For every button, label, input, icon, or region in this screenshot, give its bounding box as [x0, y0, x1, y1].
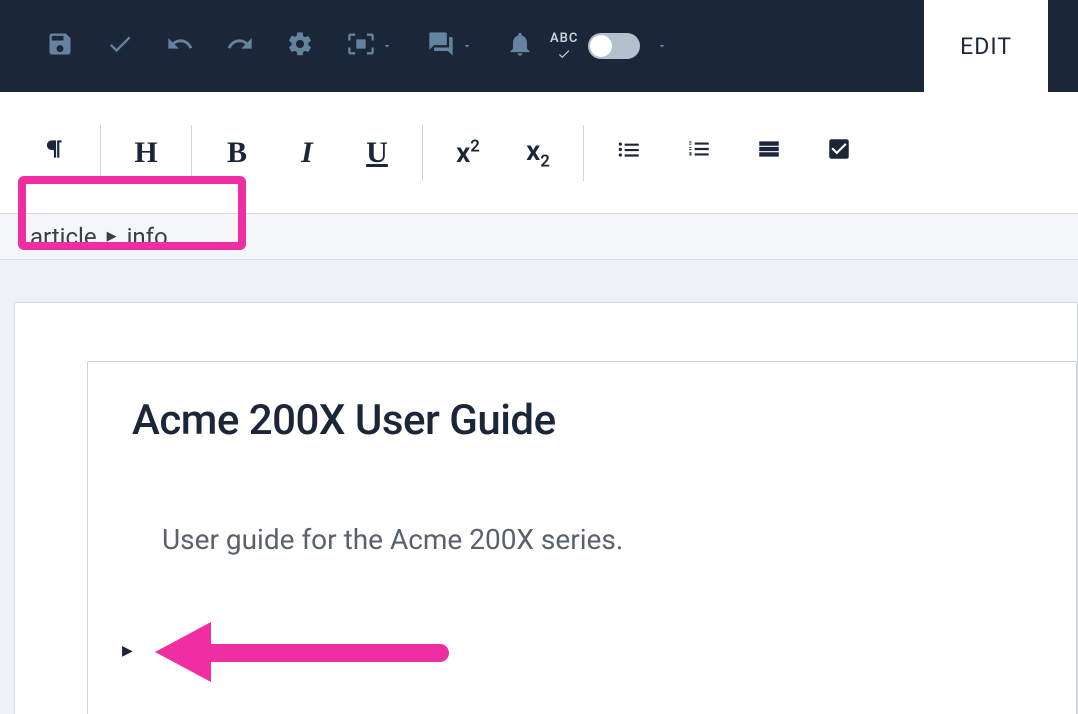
bell-icon	[506, 30, 534, 62]
comments-dropdown[interactable]	[410, 16, 490, 76]
spellcheck-toggle[interactable]	[588, 33, 640, 59]
toolbar-edge	[1048, 0, 1058, 92]
undo-icon	[166, 30, 194, 62]
chevron-down-icon	[381, 40, 393, 52]
pilcrow-icon	[42, 136, 68, 169]
notifications-button[interactable]	[490, 16, 550, 76]
layout-dropdown[interactable]	[330, 16, 410, 76]
gear-icon	[286, 30, 314, 62]
checklist-button[interactable]	[804, 118, 874, 188]
save-icon	[46, 30, 74, 62]
numbered-list-icon	[686, 136, 712, 169]
underline-button[interactable]: U	[342, 118, 412, 188]
bold-button[interactable]: B	[202, 118, 272, 188]
separator	[583, 125, 584, 181]
italic-button[interactable]: I	[272, 118, 342, 188]
spellcheck-toggle-group[interactable]: ABC	[550, 16, 668, 76]
checklist-icon	[826, 136, 852, 169]
undo-button[interactable]	[150, 16, 210, 76]
numbered-list-button[interactable]	[664, 118, 734, 188]
bullet-list-icon	[616, 136, 642, 169]
save-button[interactable]	[30, 16, 90, 76]
redo-icon	[226, 30, 254, 62]
chevron-right-icon: ▶	[107, 229, 117, 244]
superscript-button[interactable]: x2	[433, 118, 503, 188]
breadcrumb-bar: article ▶ info	[0, 214, 1078, 260]
separator	[422, 125, 423, 181]
breadcrumb-item[interactable]: article	[30, 223, 97, 251]
heading-button[interactable]: H	[111, 118, 181, 188]
document-paper[interactable]: Acme 200X User Guide User guide for the …	[14, 302, 1078, 714]
settings-button[interactable]	[270, 16, 330, 76]
paragraph-button[interactable]	[20, 118, 90, 188]
expand-triangle-icon[interactable]: ▶	[122, 643, 133, 659]
separator	[191, 125, 192, 181]
edit-tab[interactable]: EDIT	[924, 0, 1048, 92]
format-toolbar: H B I U x2 x2	[0, 92, 1078, 214]
comments-icon	[427, 30, 455, 62]
chevron-down-icon	[656, 40, 668, 52]
layout-icon	[347, 30, 375, 62]
annotation-arrow	[163, 626, 463, 676]
check-icon	[106, 30, 134, 62]
document-subtitle[interactable]: User guide for the Acme 200X series.	[162, 523, 1032, 556]
main-toolbar: ABC EDIT	[0, 0, 1078, 92]
separator	[100, 125, 101, 181]
redo-button[interactable]	[210, 16, 270, 76]
document-title[interactable]: Acme 200X User Guide	[132, 396, 1032, 445]
spellcheck-label: ABC	[550, 32, 578, 61]
bullet-list-button[interactable]	[594, 118, 664, 188]
expand-row: ▶	[122, 626, 1032, 676]
chevron-down-icon	[461, 40, 473, 52]
info-element[interactable]: Acme 200X User Guide User guide for the …	[87, 361, 1077, 714]
block-list-button[interactable]	[734, 118, 804, 188]
subscript-button[interactable]: x2	[503, 118, 573, 188]
breadcrumb-item[interactable]: info	[127, 223, 168, 251]
editor-area: Acme 200X User Guide User guide for the …	[0, 260, 1078, 714]
done-button[interactable]	[90, 16, 150, 76]
block-list-icon	[756, 136, 782, 169]
